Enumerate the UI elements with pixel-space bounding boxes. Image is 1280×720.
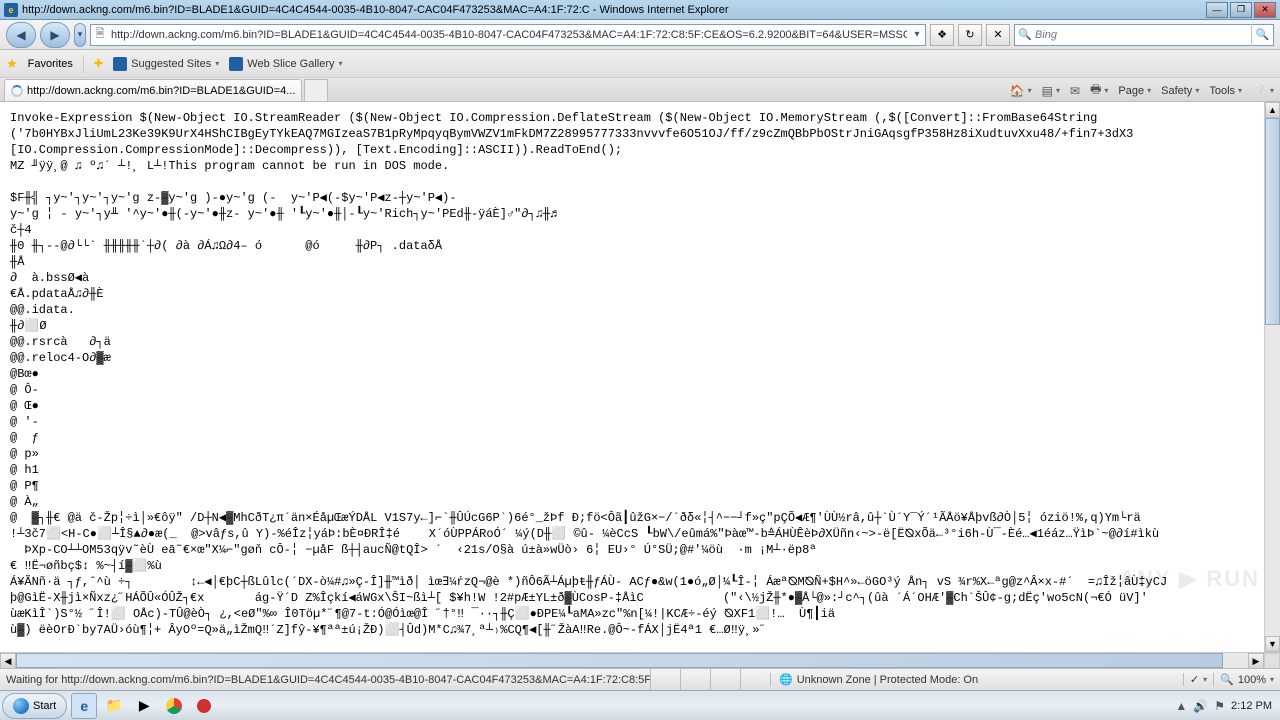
zone-text: Unknown Zone | Protected Mode: On <box>797 674 978 686</box>
windows-orb-icon <box>13 698 29 714</box>
ie-icon <box>113 57 127 71</box>
status-cell <box>680 669 710 690</box>
feeds-button[interactable]: ▤▾ <box>1042 84 1060 98</box>
scroll-up-button[interactable]: ▲ <box>1265 102 1280 118</box>
page-label: Page <box>1118 85 1144 97</box>
zoom-value: 100% <box>1238 674 1266 686</box>
web-slice-label: Web Slice Gallery <box>247 58 334 70</box>
clock[interactable]: 2:12 PM <box>1231 700 1272 712</box>
page-icon: 🗎 <box>91 25 109 44</box>
help-icon: ❔ <box>1252 84 1267 98</box>
favorites-star-icon[interactable]: ★ <box>6 56 18 72</box>
history-dropdown[interactable]: ▾ <box>74 23 86 47</box>
rss-icon: ▤ <box>1042 84 1053 98</box>
volume-icon[interactable]: 🔊 <box>1193 699 1208 713</box>
window-titlebar: e http://down.ackng.com/m6.bin?ID=BLADE1… <box>0 0 1280 20</box>
scrollbar-corner <box>1264 653 1280 669</box>
browser-tab[interactable]: http://down.ackng.com/m6.bin?ID=BLADE1&G… <box>4 79 302 101</box>
status-bar: Waiting for http://down.ackng.com/m6.bin… <box>0 668 1280 690</box>
help-button[interactable]: ❔▾ <box>1252 84 1274 98</box>
search-input[interactable] <box>1035 29 1251 41</box>
system-tray: ▲ 🔊 ⚑ 2:12 PM <box>1169 699 1278 713</box>
address-input[interactable] <box>109 29 909 41</box>
chevron-down-icon: ▾ <box>215 59 219 68</box>
start-label: Start <box>33 700 56 712</box>
web-slice-gallery-link[interactable]: Web Slice Gallery ▾ <box>229 57 342 71</box>
taskbar-app-button[interactable] <box>191 693 217 719</box>
search-button[interactable]: 🔍 <box>1251 24 1273 46</box>
separator <box>83 55 84 73</box>
scroll-thumb[interactable] <box>16 653 1223 668</box>
print-icon: 🖶 <box>1090 80 1101 101</box>
home-button[interactable]: 🏠▾ <box>1010 84 1032 98</box>
chevron-down-icon: ▾ <box>338 59 342 68</box>
scroll-left-button[interactable]: ◀ <box>0 653 16 669</box>
tray-icon[interactable]: ▲ <box>1175 699 1187 713</box>
vertical-scrollbar[interactable]: ▲ ▼ <box>1264 102 1280 652</box>
status-cell <box>710 669 740 690</box>
tools-menu[interactable]: Tools▾ <box>1209 85 1242 97</box>
status-text: Waiting for http://down.ackng.com/m6.bin… <box>6 674 650 686</box>
scroll-track[interactable] <box>16 653 1248 668</box>
start-button[interactable]: Start <box>2 693 67 719</box>
ie-icon <box>229 57 243 71</box>
flag-icon[interactable]: ⚑ <box>1214 699 1225 713</box>
scroll-right-button[interactable]: ▶ <box>1248 653 1264 669</box>
protected-mode-toggle[interactable]: ✓▾ <box>1183 673 1213 686</box>
taskbar-chrome-button[interactable] <box>161 693 187 719</box>
content-area: Invoke-Expression $(New-Object IO.Stream… <box>0 102 1280 652</box>
add-to-favorites-bar[interactable]: ✚ <box>94 57 103 70</box>
search-bar[interactable]: 🔍 🔍 <box>1014 24 1274 46</box>
suggested-sites-link[interactable]: Suggested Sites ▾ <box>113 57 219 71</box>
safety-menu[interactable]: Safety▾ <box>1161 85 1199 97</box>
ie-icon: e <box>80 698 88 714</box>
navigation-bar: ◀ ▶ ▾ 🗎 ▾ ❖ ↻ ✕ 🔍 🔍 <box>0 20 1280 50</box>
minimize-button[interactable]: — <box>1206 2 1228 18</box>
command-bar: 🏠▾ ▤▾ ✉ 🖶▾ Page▾ Safety▾ Tools▾ ❔▾ <box>1010 80 1274 101</box>
globe-icon: 🌐 <box>779 673 793 686</box>
home-icon: 🏠 <box>1010 84 1025 98</box>
favorites-label[interactable]: Favorites <box>28 58 73 70</box>
taskbar-ie-button[interactable]: e <box>71 693 97 719</box>
status-cell <box>650 669 680 690</box>
print-button[interactable]: 🖶▾ <box>1090 80 1108 101</box>
scroll-thumb[interactable] <box>1265 118 1280 325</box>
tab-bar: http://down.ackng.com/m6.bin?ID=BLADE1&G… <box>0 78 1280 102</box>
scroll-down-button[interactable]: ▼ <box>1265 636 1280 652</box>
favorites-bar: ★ Favorites ✚ Suggested Sites ▾ Web Slic… <box>0 50 1280 78</box>
ie-icon: e <box>4 3 18 17</box>
new-tab-button[interactable] <box>304 79 328 101</box>
zoom-control[interactable]: 🔍 100%▾ <box>1213 673 1280 686</box>
horizontal-scrollbar[interactable]: ◀ ▶ <box>0 652 1280 668</box>
refresh-button[interactable]: ↻ <box>958 24 982 46</box>
security-zone: 🌐 Unknown Zone | Protected Mode: On <box>770 673 986 686</box>
back-button[interactable]: ◀ <box>6 22 36 48</box>
windows-taskbar: Start e 📁 ▶ ▲ 🔊 ⚑ 2:12 PM <box>0 690 1280 720</box>
search-provider-icon: 🔍 <box>1015 28 1035 41</box>
maximize-button[interactable]: ❐ <box>1230 2 1252 18</box>
tools-label: Tools <box>1209 85 1235 97</box>
mail-icon: ✉ <box>1070 84 1080 98</box>
taskbar-explorer-button[interactable]: 📁 <box>101 693 127 719</box>
status-cell <box>740 669 770 690</box>
page-body: Invoke-Expression $(New-Object IO.Stream… <box>0 102 1264 652</box>
scroll-track[interactable] <box>1265 118 1280 636</box>
tab-title: http://down.ackng.com/m6.bin?ID=BLADE1&G… <box>27 85 295 97</box>
stop-button[interactable]: ✕ <box>986 24 1010 46</box>
safety-label: Safety <box>1161 85 1192 97</box>
address-bar[interactable]: 🗎 ▾ <box>90 24 926 46</box>
compat-view-button[interactable]: ❖ <box>930 24 954 46</box>
suggested-sites-label: Suggested Sites <box>131 58 211 70</box>
loading-spinner-icon <box>11 85 23 97</box>
forward-button[interactable]: ▶ <box>40 22 70 48</box>
close-button[interactable]: ✕ <box>1254 2 1276 18</box>
window-title: http://down.ackng.com/m6.bin?ID=BLADE1&G… <box>22 4 1204 16</box>
read-mail-button[interactable]: ✉ <box>1070 84 1080 98</box>
page-menu[interactable]: Page▾ <box>1118 85 1151 97</box>
taskbar-media-button[interactable]: ▶ <box>131 693 157 719</box>
address-dropdown[interactable]: ▾ <box>909 29 925 40</box>
